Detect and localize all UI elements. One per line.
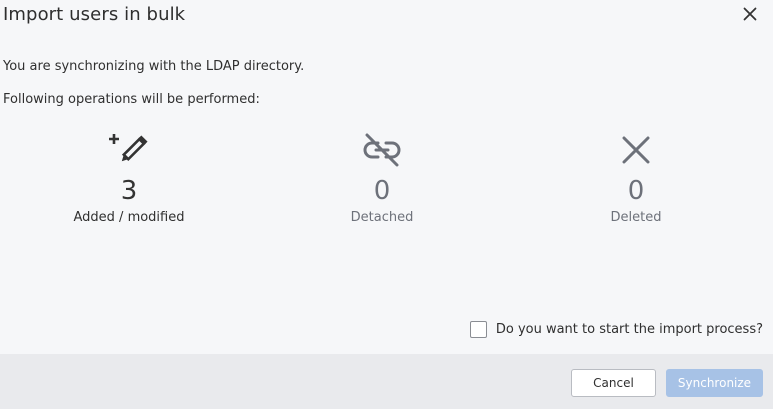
stat-deleted: 0 Deleted [556,128,716,225]
close-button[interactable] [739,3,761,25]
dialog-footer: Cancel Synchronize [0,354,773,409]
operations-message: Following operations will be performed: [3,92,260,107]
x-icon [622,136,650,164]
confirm-import-label[interactable]: Do you want to start the import process? [496,322,763,337]
sync-message: You are synchronizing with the LDAP dire… [3,59,305,74]
detached-label: Detached [350,210,414,225]
detached-count: 0 [373,176,391,206]
deleted-count: 0 [627,176,645,206]
close-icon [743,7,757,21]
dialog-title: Import users in bulk [3,4,186,25]
cancel-button[interactable]: Cancel [571,369,656,397]
stat-detached: 0 Detached [302,128,462,225]
added-count: 3 [120,176,138,206]
deleted-label: Deleted [610,210,662,225]
stat-added-modified: 3 Added / modified [49,128,209,225]
synchronize-button[interactable]: Synchronize [666,369,763,397]
added-label: Added / modified [73,210,185,225]
confirm-import-checkbox[interactable] [469,321,487,338]
import-users-dialog: Import users in bulk You are synchronizi… [0,0,773,409]
confirm-import: Do you want to start the import process? [469,321,763,338]
edit-add-icon [109,134,148,162]
unlink-icon [363,133,401,167]
